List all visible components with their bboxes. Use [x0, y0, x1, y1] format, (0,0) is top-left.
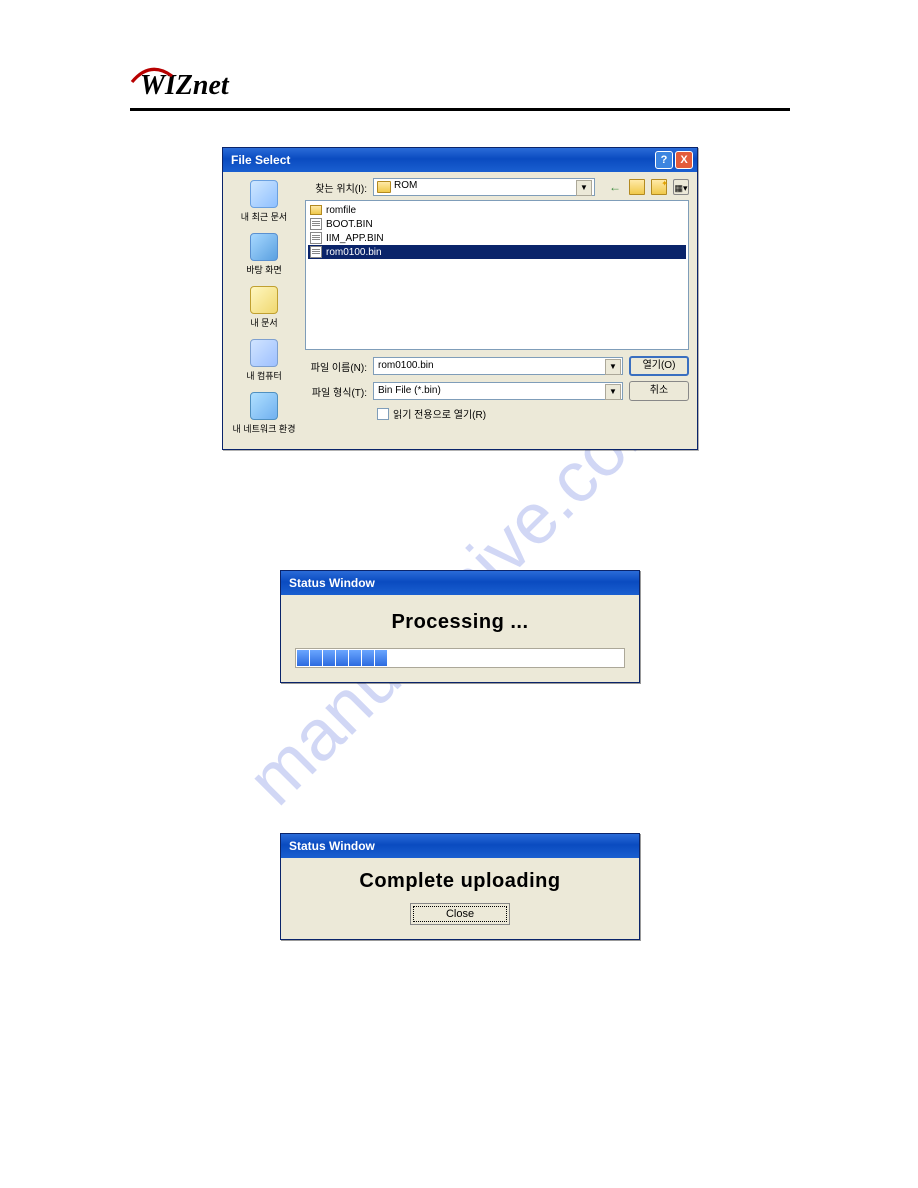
folder-icon — [310, 205, 322, 215]
place-network[interactable]: 내 네트워크 환경 — [232, 390, 296, 439]
network-places-icon — [250, 392, 278, 420]
back-icon[interactable]: ← — [607, 179, 623, 195]
file-list[interactable]: romfile BOOT.BIN IIM_APP.BIN rom0100.bin — [305, 200, 689, 350]
brand-logo: WIZnet — [130, 70, 790, 102]
views-icon[interactable]: ▦▾ — [673, 179, 689, 195]
status-titlebar[interactable]: Status Window — [281, 571, 639, 595]
progress-segment — [362, 650, 374, 666]
filename-input[interactable]: rom0100.bin — [373, 357, 623, 375]
filetype-label: 파일 형식(T): — [305, 384, 367, 399]
dialog-titlebar[interactable]: File Select ? X — [223, 148, 697, 172]
status-titlebar[interactable]: Status Window — [281, 834, 639, 858]
status-processing-dialog: Status Window Processing ... — [280, 570, 640, 683]
dialog-toolbar: ← ▦▾ — [607, 179, 689, 195]
file-select-dialog: File Select ? X 내 최근 문서 바탕 화면 내 문서 — [222, 147, 698, 450]
close-button[interactable]: X — [675, 151, 693, 169]
file-item[interactable]: IIM_APP.BIN — [308, 231, 686, 245]
place-label: 내 컴퓨터 — [246, 371, 282, 381]
my-computer-icon — [250, 339, 278, 367]
up-folder-icon[interactable] — [629, 179, 645, 195]
filename-label: 파일 이름(N): — [305, 359, 367, 374]
lookin-label: 찾는 위치(I): — [305, 180, 367, 195]
file-name: IIM_APP.BIN — [326, 233, 384, 244]
readonly-label: 읽기 전용으로 열기(R) — [393, 406, 486, 421]
status-heading: Processing ... — [295, 611, 625, 634]
lookin-combo[interactable]: ROM — [373, 178, 595, 196]
place-label: 내 최근 문서 — [241, 212, 287, 222]
desktop-icon — [250, 233, 278, 261]
status-title: Status Window — [289, 839, 635, 853]
bin-file-icon — [310, 246, 322, 258]
progress-segment — [336, 650, 348, 666]
progress-bar — [295, 648, 625, 668]
bin-file-icon — [310, 232, 322, 244]
place-desktop[interactable]: 바탕 화면 — [232, 231, 296, 280]
status-close-button[interactable]: Close — [410, 903, 510, 925]
progress-segment — [375, 650, 387, 666]
lookin-value: ROM — [394, 180, 417, 191]
recent-docs-icon — [250, 180, 278, 208]
bin-file-icon — [310, 218, 322, 230]
logo-arc-icon — [130, 66, 174, 86]
place-label: 바탕 화면 — [246, 265, 282, 275]
file-name: BOOT.BIN — [326, 219, 373, 230]
dialog-title: File Select — [231, 153, 653, 167]
progress-segment — [310, 650, 322, 666]
places-bar: 내 최근 문서 바탕 화면 내 문서 내 컴퓨터 내 네트워크 환경 — [229, 178, 299, 439]
place-computer[interactable]: 내 컴퓨터 — [232, 337, 296, 386]
cancel-button[interactable]: 취소 — [629, 381, 689, 401]
place-label: 내 네트워크 환경 — [233, 424, 296, 434]
progress-segment — [323, 650, 335, 666]
open-button[interactable]: 열기(O) — [629, 356, 689, 376]
progress-segment — [349, 650, 361, 666]
status-title: Status Window — [289, 576, 635, 590]
status-complete-dialog: Status Window Complete uploading Close — [280, 833, 640, 940]
document-page: WIZnet File Select ? X 내 최근 문서 바탕 화면 — [130, 70, 790, 940]
my-documents-icon — [250, 286, 278, 314]
place-label: 내 문서 — [250, 318, 277, 328]
filetype-combo[interactable]: Bin File (*.bin) — [373, 382, 623, 400]
file-name: romfile — [326, 205, 356, 216]
filename-value: rom0100.bin — [378, 360, 434, 371]
filetype-value: Bin File (*.bin) — [378, 385, 441, 396]
readonly-checkbox[interactable] — [377, 408, 389, 420]
progress-segment — [297, 650, 309, 666]
file-item[interactable]: BOOT.BIN — [308, 217, 686, 231]
status-heading: Complete uploading — [295, 870, 625, 893]
file-name: rom0100.bin — [326, 247, 382, 258]
place-recent[interactable]: 내 최근 문서 — [232, 178, 296, 227]
help-button[interactable]: ? — [655, 151, 673, 169]
place-mydocs[interactable]: 내 문서 — [232, 284, 296, 333]
file-item-folder[interactable]: romfile — [308, 203, 686, 217]
new-folder-icon[interactable] — [651, 179, 667, 195]
file-item-selected[interactable]: rom0100.bin — [308, 245, 686, 259]
